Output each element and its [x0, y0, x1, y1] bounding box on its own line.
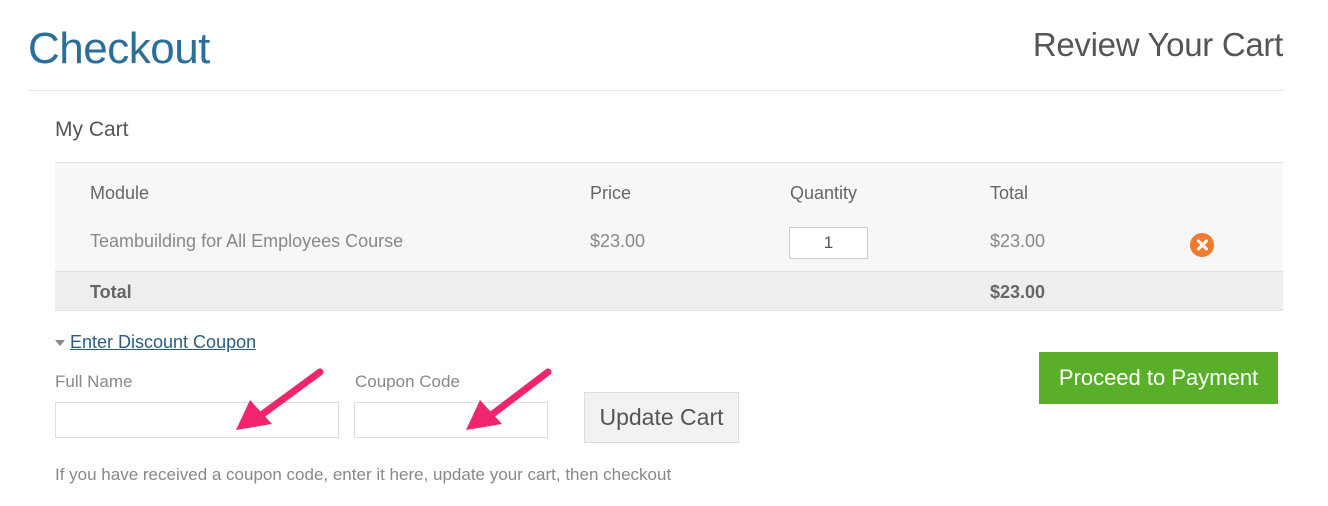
cart-title: My Cart — [55, 118, 129, 141]
column-header-quantity: Quantity — [790, 183, 858, 203]
coupon-code-label: Coupon Code — [355, 372, 460, 391]
cart-table: Module Price Quantity Total Teambuilding… — [55, 162, 1283, 311]
cart-table-footer: Total $23.00 — [55, 271, 1283, 310]
column-header-module: Module — [90, 183, 150, 203]
page-subtitle: Review Your Cart — [1032, 26, 1283, 63]
cart-table-body: Module Price Quantity Total Teambuilding… — [55, 163, 1283, 271]
divider — [28, 90, 1283, 91]
proceed-to-payment-button[interactable]: Proceed to Payment — [1039, 352, 1278, 404]
row-price: $23.00 — [590, 231, 646, 251]
row-module: Teambuilding for All Employees Course — [90, 231, 404, 251]
update-cart-button[interactable]: Update Cart — [584, 392, 739, 443]
full-name-label: Full Name — [55, 372, 133, 391]
footer-total-label: Total — [90, 282, 132, 302]
coupon-toggle-link[interactable]: Enter Discount Coupon — [70, 332, 256, 352]
caret-down-icon — [55, 340, 65, 347]
row-total: $23.00 — [990, 231, 1046, 251]
column-header-price: Price — [590, 183, 632, 203]
footer-total-value: $23.00 — [990, 282, 1046, 302]
page-title: Checkout — [28, 24, 210, 73]
coupon-help-text: If you have received a coupon code, ente… — [55, 465, 672, 484]
coupon-toggle[interactable]: Enter Discount Coupon — [55, 332, 256, 353]
annotation-arrow-icon — [466, 368, 552, 430]
remove-icon[interactable] — [1190, 233, 1214, 257]
quantity-input[interactable] — [789, 227, 868, 259]
annotation-arrow-icon — [236, 368, 324, 430]
column-header-total: Total — [990, 183, 1029, 203]
